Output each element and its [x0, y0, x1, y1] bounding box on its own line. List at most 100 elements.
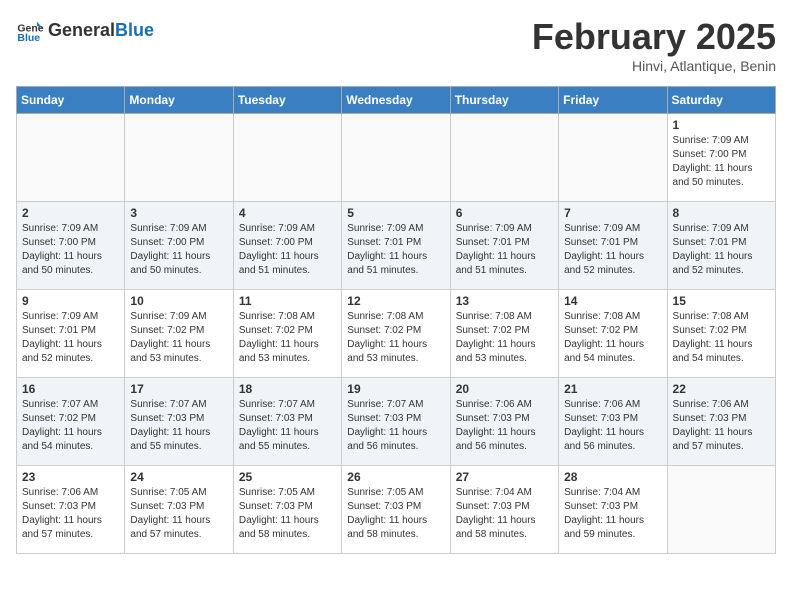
calendar-day-cell: 16 Sunrise: 7:07 AM Sunset: 7:02 PM Dayli…: [17, 378, 125, 466]
calendar-week-row: 2Sunrise: 7:09 AM Sunset: 7:00 PM Daylig…: [17, 202, 776, 290]
day-info: Sunrise: 7:05 AM Sunset: 7:03 PM Dayligh…: [239, 486, 336, 542]
weekday-header-wednesday: Wednesday: [342, 87, 450, 114]
calendar-day-cell: 19Sunrise: 7:07 AM Sunset: 7:03 PM Dayli…: [342, 378, 450, 466]
calendar-day-cell: 22 Sunrise: 7:06 AM Sunset: 7:03 PM Dayli…: [667, 378, 775, 466]
calendar-day-cell: 1 Sunrise: 7:09 AM Sunset: 7:00 PM Daylig…: [667, 114, 775, 202]
calendar-day-cell: 14 Sunrise: 7:08 AM Sunset: 7:02 PM Dayli…: [559, 290, 667, 378]
calendar-day-cell: 11 Sunrise: 7:08 AM Sunset: 7:02 PM Dayli…: [233, 290, 341, 378]
day-info: Sunrise: 7:08 AM Sunset: 7:02 PM Dayligh…: [239, 310, 336, 366]
day-number: 24: [130, 470, 227, 484]
calendar-day-cell: 18 Sunrise: 7:07 AM Sunset: 7:03 PM Dayli…: [233, 378, 341, 466]
logo-blue: Blue: [115, 20, 154, 41]
calendar-day-cell: 9 Sunrise: 7:09 AM Sunset: 7:01 PM Daylig…: [17, 290, 125, 378]
day-info: Sunrise: 7:05 AM Sunset: 7:03 PM Dayligh…: [130, 486, 227, 542]
calendar-week-row: 1 Sunrise: 7:09 AM Sunset: 7:00 PM Daylig…: [17, 114, 776, 202]
calendar-week-row: 23 Sunrise: 7:06 AM Sunset: 7:03 PM Dayli…: [17, 466, 776, 554]
day-number: 1: [673, 118, 770, 132]
calendar-subtitle: Hinvi, Atlantique, Benin: [532, 58, 776, 74]
calendar-day-cell: 4 Sunrise: 7:09 AM Sunset: 7:00 PM Daylig…: [233, 202, 341, 290]
day-number: 8: [673, 206, 770, 220]
weekday-header-tuesday: Tuesday: [233, 87, 341, 114]
logo-general: General: [48, 20, 115, 41]
weekday-header-friday: Friday: [559, 87, 667, 114]
day-info: Sunrise: 7:08 AM Sunset: 7:02 PM Dayligh…: [347, 310, 444, 366]
day-number: 10: [130, 294, 227, 308]
day-info: Sunrise: 7:09 AM Sunset: 7:00 PM Dayligh…: [673, 134, 770, 190]
day-info: Sunrise: 7:07 AM Sunset: 7:02 PM Dayligh…: [22, 398, 119, 454]
logo-icon: General Blue: [16, 16, 44, 44]
logo: General Blue GeneralBlue: [16, 16, 154, 44]
calendar-day-cell: 20Sunrise: 7:06 AM Sunset: 7:03 PM Dayli…: [450, 378, 558, 466]
day-number: 3: [130, 206, 227, 220]
calendar-day-cell: [667, 466, 775, 554]
weekday-header-saturday: Saturday: [667, 87, 775, 114]
day-info: Sunrise: 7:09 AM Sunset: 7:01 PM Dayligh…: [564, 222, 661, 278]
day-info: Sunrise: 7:06 AM Sunset: 7:03 PM Dayligh…: [564, 398, 661, 454]
title-block: February 2025 Hinvi, Atlantique, Benin: [532, 16, 776, 74]
day-info: Sunrise: 7:07 AM Sunset: 7:03 PM Dayligh…: [239, 398, 336, 454]
day-number: 9: [22, 294, 119, 308]
day-number: 22: [673, 382, 770, 396]
calendar-day-cell: [125, 114, 233, 202]
svg-text:Blue: Blue: [17, 32, 40, 44]
day-info: Sunrise: 7:07 AM Sunset: 7:03 PM Dayligh…: [130, 398, 227, 454]
day-info: Sunrise: 7:08 AM Sunset: 7:02 PM Dayligh…: [456, 310, 553, 366]
day-info: Sunrise: 7:07 AM Sunset: 7:03 PM Dayligh…: [347, 398, 444, 454]
weekday-header-monday: Monday: [125, 87, 233, 114]
weekday-header-row: SundayMondayTuesdayWednesdayThursdayFrid…: [17, 87, 776, 114]
day-number: 18: [239, 382, 336, 396]
calendar-day-cell: 21 Sunrise: 7:06 AM Sunset: 7:03 PM Dayli…: [559, 378, 667, 466]
day-number: 27: [456, 470, 553, 484]
calendar-day-cell: [17, 114, 125, 202]
day-info: Sunrise: 7:08 AM Sunset: 7:02 PM Dayligh…: [564, 310, 661, 366]
calendar-day-cell: 23 Sunrise: 7:06 AM Sunset: 7:03 PM Dayli…: [17, 466, 125, 554]
day-info: Sunrise: 7:09 AM Sunset: 7:01 PM Dayligh…: [673, 222, 770, 278]
day-info: Sunrise: 7:09 AM Sunset: 7:00 PM Dayligh…: [130, 222, 227, 278]
day-number: 13: [456, 294, 553, 308]
day-number: 7: [564, 206, 661, 220]
day-number: 26: [347, 470, 444, 484]
day-number: 12: [347, 294, 444, 308]
day-number: 17: [130, 382, 227, 396]
day-info: Sunrise: 7:04 AM Sunset: 7:03 PM Dayligh…: [456, 486, 553, 542]
calendar-day-cell: 5 Sunrise: 7:09 AM Sunset: 7:01 PM Daylig…: [342, 202, 450, 290]
calendar-title: February 2025: [532, 16, 776, 58]
calendar-day-cell: [559, 114, 667, 202]
day-info: Sunrise: 7:04 AM Sunset: 7:03 PM Dayligh…: [564, 486, 661, 542]
calendar-day-cell: 10 Sunrise: 7:09 AM Sunset: 7:02 PM Dayli…: [125, 290, 233, 378]
calendar-day-cell: 27 Sunrise: 7:04 AM Sunset: 7:03 PM Dayli…: [450, 466, 558, 554]
calendar-day-cell: 6 Sunrise: 7:09 AM Sunset: 7:01 PM Daylig…: [450, 202, 558, 290]
day-number: 4: [239, 206, 336, 220]
day-number: 21: [564, 382, 661, 396]
day-number: 25: [239, 470, 336, 484]
day-info: Sunrise: 7:09 AM Sunset: 7:00 PM Dayligh…: [22, 222, 119, 278]
calendar-week-row: 9 Sunrise: 7:09 AM Sunset: 7:01 PM Daylig…: [17, 290, 776, 378]
calendar-day-cell: 7 Sunrise: 7:09 AM Sunset: 7:01 PM Daylig…: [559, 202, 667, 290]
calendar-table: SundayMondayTuesdayWednesdayThursdayFrid…: [16, 86, 776, 554]
day-info: Sunrise: 7:09 AM Sunset: 7:01 PM Dayligh…: [347, 222, 444, 278]
day-info: Sunrise: 7:06 AM Sunset: 7:03 PM Dayligh…: [22, 486, 119, 542]
weekday-header-sunday: Sunday: [17, 87, 125, 114]
day-info: Sunrise: 7:09 AM Sunset: 7:00 PM Dayligh…: [239, 222, 336, 278]
day-info: Sunrise: 7:08 AM Sunset: 7:02 PM Dayligh…: [673, 310, 770, 366]
day-number: 6: [456, 206, 553, 220]
calendar-day-cell: 12 Sunrise: 7:08 AM Sunset: 7:02 PM Dayli…: [342, 290, 450, 378]
calendar-day-cell: 3 Sunrise: 7:09 AM Sunset: 7:00 PM Daylig…: [125, 202, 233, 290]
day-info: Sunrise: 7:09 AM Sunset: 7:02 PM Dayligh…: [130, 310, 227, 366]
calendar-day-cell: 13 Sunrise: 7:08 AM Sunset: 7:02 PM Dayli…: [450, 290, 558, 378]
calendar-week-row: 16 Sunrise: 7:07 AM Sunset: 7:02 PM Dayli…: [17, 378, 776, 466]
calendar-day-cell: 26 Sunrise: 7:05 AM Sunset: 7:03 PM Dayli…: [342, 466, 450, 554]
day-number: 11: [239, 294, 336, 308]
day-number: 16: [22, 382, 119, 396]
day-info: Sunrise: 7:09 AM Sunset: 7:01 PM Dayligh…: [456, 222, 553, 278]
weekday-header-thursday: Thursday: [450, 87, 558, 114]
day-number: 23: [22, 470, 119, 484]
day-info: Sunrise: 7:09 AM Sunset: 7:01 PM Dayligh…: [22, 310, 119, 366]
day-number: 14: [564, 294, 661, 308]
day-number: 5: [347, 206, 444, 220]
calendar-day-cell: 2Sunrise: 7:09 AM Sunset: 7:00 PM Daylig…: [17, 202, 125, 290]
day-info: Sunrise: 7:05 AM Sunset: 7:03 PM Dayligh…: [347, 486, 444, 542]
day-number: 20: [456, 382, 553, 396]
calendar-day-cell: [233, 114, 341, 202]
day-info: Sunrise: 7:06 AM Sunset: 7:03 PM Dayligh…: [673, 398, 770, 454]
